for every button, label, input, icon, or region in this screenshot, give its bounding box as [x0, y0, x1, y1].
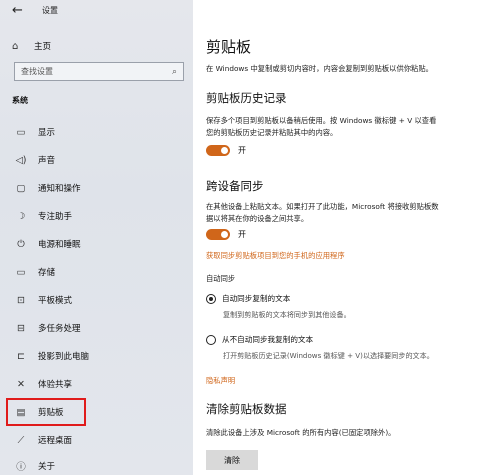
privacy-link[interactable]: 隐私声明 [206, 376, 235, 386]
toggle-switch[interactable] [206, 229, 230, 240]
settings-sidebar: ← 设置 ⌂ 主页 查找设置 ⌕ 系统 ▭ 显示 ◁) 声音 ▢ 通知和操作 ☽… [0, 0, 193, 475]
sidebar-item-sound[interactable]: ◁) 声音 [6, 149, 188, 171]
sidebar-item-label: 剪贴板 [38, 408, 64, 418]
sidebar-item-label: 远程桌面 [38, 436, 73, 446]
home-icon: ⌂ [12, 40, 19, 52]
radio-auto-sync[interactable]: 自动同步复制的文本 [206, 293, 290, 304]
sidebar-item-label: 投影到此电脑 [38, 352, 90, 362]
clipboard-settings-page: 剪贴板 在 Windows 中复制或剪切内容时，内容会复制到剪贴板以供你粘贴。 … [193, 0, 500, 475]
sidebar-item-multitasking[interactable]: ⊟ 多任务处理 [6, 317, 188, 339]
search-placeholder: 查找设置 [21, 67, 53, 76]
notification-icon: ▢ [16, 182, 26, 194]
share-icon: ✕ [17, 378, 25, 390]
phone-app-link[interactable]: 获取同步剪贴板项目到您的手机的应用程序 [206, 251, 345, 261]
sidebar-item-notifications[interactable]: ▢ 通知和操作 [6, 177, 188, 199]
remote-desktop-icon: ⟋ [17, 434, 25, 446]
sidebar-item-label: 专注助手 [38, 212, 73, 222]
speaker-icon: ◁) [15, 154, 27, 166]
intro-text: 在 Windows 中复制或剪切内容时，内容会复制到剪贴板以供你粘贴。 [206, 64, 433, 73]
page-title: 剪贴板 [206, 38, 252, 56]
sidebar-item-label: 多任务处理 [38, 324, 81, 334]
sidebar-item-tablet-mode[interactable]: ⊡ 平板模式 [6, 289, 188, 311]
sidebar-item-shared-experiences[interactable]: ✕ 体验共享 [6, 373, 188, 395]
multitasking-icon: ⊟ [17, 322, 25, 334]
clipboard-icon: ▤ [16, 406, 26, 418]
back-arrow-icon[interactable]: ← [12, 3, 23, 19]
sidebar-item-display[interactable]: ▭ 显示 [6, 121, 188, 143]
history-desc-line1: 保存多个项目到剪贴板以备稍后使用。按 Windows 徽标键 + V 以查看 [206, 116, 437, 125]
app-title: 设置 [42, 6, 58, 15]
info-icon: ⓘ [16, 462, 26, 473]
search-icon[interactable]: ⌕ [172, 67, 177, 77]
sidebar-item-label: 声音 [38, 156, 56, 166]
section-label-system: 系统 [12, 96, 28, 105]
sidebar-item-storage[interactable]: ▭ 存储 [6, 261, 188, 283]
sidebar-item-label: 电源和睡眠 [38, 240, 81, 250]
sidebar-item-label: 平板模式 [38, 296, 73, 306]
sync-heading: 跨设备同步 [206, 179, 264, 193]
radio-never-auto-sync[interactable]: 从不自动同步我复制的文本 [206, 334, 313, 345]
radio-button-selected[interactable] [206, 293, 216, 304]
clear-button[interactable]: 清除 [206, 450, 258, 470]
sidebar-item-label: 体验共享 [38, 380, 73, 390]
radio-label: 从不自动同步我复制的文本 [222, 335, 314, 344]
history-desc-line2: 您的剪贴板历史记录并粘贴其中的内容。 [206, 128, 338, 137]
toggle-switch[interactable] [206, 145, 230, 156]
sync-desc-line2: 据以将其在你的设备之间共享。 [206, 214, 309, 223]
projector-icon: ⊏ [17, 350, 25, 362]
never-sync-desc: 打开剪贴板历史记录(Windows 徽标键 + V)以选择要同步的文本。 [223, 351, 434, 360]
sidebar-item-remote-desktop[interactable]: ⟋ 远程桌面 [6, 429, 188, 451]
clear-desc: 清除此设备上涉及 Microsoft 的所有内容(已固定项除外)。 [206, 428, 396, 437]
sidebar-item-label: 关于 [38, 462, 56, 472]
history-toggle[interactable]: 开 [206, 145, 246, 156]
sidebar-item-projecting[interactable]: ⊏ 投影到此电脑 [6, 345, 188, 367]
sidebar-item-about[interactable]: ⓘ 关于 [6, 455, 188, 475]
power-icon: ⏻ [17, 238, 25, 250]
sidebar-item-label: 显示 [38, 128, 56, 138]
sidebar-item-label: 存储 [38, 268, 56, 278]
home-nav-item[interactable]: ⌂ 主页 [12, 38, 51, 54]
sidebar-item-focus-assist[interactable]: ☽ 专注助手 [6, 205, 188, 227]
sidebar-item-power-sleep[interactable]: ⏻ 电源和睡眠 [6, 233, 188, 255]
sidebar-item-clipboard[interactable]: ▤ 剪贴板 [6, 398, 86, 426]
monitor-icon: ▭ [16, 126, 26, 138]
search-input[interactable]: 查找设置 ⌕ [14, 62, 184, 81]
moon-icon: ☽ [16, 210, 26, 222]
toggle-state-label: 开 [238, 146, 246, 155]
toggle-state-label: 开 [238, 230, 246, 239]
tablet-icon: ⊡ [17, 294, 25, 306]
auto-sync-label: 自动同步 [206, 274, 236, 283]
sync-desc-line1: 在其他设备上粘贴文本。如果打开了此功能，Microsoft 将接收剪贴板数 [206, 202, 439, 211]
sidebar-item-label: 通知和操作 [38, 184, 81, 194]
storage-icon: ▭ [16, 266, 26, 278]
radio-label: 自动同步复制的文本 [222, 294, 291, 303]
history-heading: 剪贴板历史记录 [206, 91, 287, 105]
clear-heading: 清除剪贴板数据 [206, 402, 287, 416]
home-label: 主页 [34, 42, 52, 52]
sync-toggle[interactable]: 开 [206, 229, 246, 240]
radio-button[interactable] [206, 334, 216, 345]
auto-sync-desc: 复制到剪贴板的文本将同步到其他设备。 [223, 310, 351, 319]
title-bar: ← 设置 [0, 0, 193, 24]
